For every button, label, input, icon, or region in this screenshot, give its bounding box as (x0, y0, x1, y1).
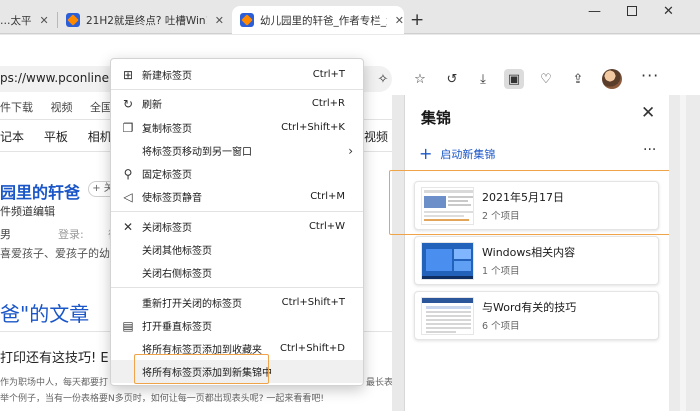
article-excerpt-side: 最长表 (366, 378, 392, 388)
close-icon[interactable]: ✕ (215, 14, 224, 27)
tab-3[interactable]: 幼儿园里的轩爸_作者专栏_太平 ✕ (232, 6, 404, 34)
menu-item-move-to-window[interactable]: 将标签页移动到另一窗口 › (111, 139, 363, 162)
share-icon[interactable]: ⇪ (568, 69, 588, 89)
menu-item-reopen-closed-tab[interactable]: 重新打开关闭的标签页 Ctrl+Shift+T (111, 291, 363, 314)
tab-2-title: 21H2就是终点? 吐槽Win10和m (86, 14, 207, 27)
author-role: 件频道编辑 (0, 205, 55, 218)
main-nav: 记本 平板 相机 (0, 128, 128, 145)
main-nav-item[interactable]: 相机 (88, 130, 112, 144)
main-nav-item[interactable]: 视频 (364, 128, 388, 145)
menu-item-duplicate-tab[interactable]: ❐ 复制标签页 Ctrl+Shift+K (111, 116, 363, 139)
mute-icon: ◁ (123, 189, 133, 204)
menu-item-vertical-tabs[interactable]: ▤ 打开垂直标签页 (111, 314, 363, 337)
menu-item-close-other-tabs[interactable]: 关闭其他标签页 (111, 238, 363, 261)
highlight-box-collection-card (389, 170, 677, 235)
more-options-icon[interactable]: ··· (641, 66, 659, 85)
favorites-icon[interactable]: ☆ (410, 69, 430, 89)
pconline-favicon-icon (66, 13, 80, 27)
downloads-icon[interactable]: ⤓ (473, 69, 493, 89)
new-tab-plus-icon[interactable]: + (410, 10, 424, 30)
collection-count: 6 个项目 (482, 321, 520, 332)
tab-3-title: 幼儿园里的轩爸_作者专栏_太平 (260, 14, 387, 27)
collections-panel: 集锦 ✕ + 启动新集锦 ··· 2021年5月17日 2 个项目 Window… (404, 95, 669, 411)
author-name[interactable]: 园里的轩爸 (0, 179, 80, 203)
close-icon[interactable]: ✕ (40, 14, 49, 27)
menu-separator (111, 287, 363, 288)
collection-count: 1 个项目 (482, 266, 520, 277)
chevron-right-icon: › (348, 143, 353, 158)
menu-item-mute-tab[interactable]: ◁ 使标签页静音 Ctrl+M (111, 185, 363, 208)
collection-card[interactable]: 与Word有关的技巧 6 个项目 (414, 291, 659, 340)
minimize-button[interactable]: — (588, 4, 601, 19)
tab-context-menu: ⊞ 新建标签页 Ctrl+T ↻ 刷新 Ctrl+R ❐ 复制标签页 Ctrl+… (110, 58, 364, 386)
start-new-collection-button[interactable]: + 启动新集锦 (419, 144, 495, 163)
article-excerpt: 举个例子，当有一份表格要N多页时，如何让每一页都出现表头呢? 一起来看看吧! (0, 394, 324, 404)
history-icon[interactable]: ↺ (442, 69, 462, 89)
window-right-edge (669, 95, 700, 411)
scrollbar[interactable] (680, 95, 686, 411)
vertical-tabs-icon: ▤ (122, 318, 134, 333)
close-icon: ✕ (122, 219, 134, 234)
refresh-icon: ↻ (122, 96, 134, 111)
highlight-box-menu-item (134, 354, 269, 384)
tab-2[interactable]: 21H2就是终点? 吐槽Win10和m ✕ (66, 6, 224, 34)
menu-separator (111, 211, 363, 212)
main-nav-item[interactable]: 平板 (44, 130, 68, 144)
top-nav-item[interactable]: 件下载 (0, 101, 33, 114)
more-options-icon[interactable]: ··· (643, 142, 656, 158)
menu-item-refresh[interactable]: ↻ 刷新 Ctrl+R (111, 92, 363, 115)
start-new-collection-label: 启动新集锦 (440, 147, 496, 161)
menu-item-close-tab[interactable]: ✕ 关闭标签页 Ctrl+W (111, 215, 363, 238)
main-nav-item[interactable]: 记本 (0, 130, 24, 144)
menu-item-close-right-tabs[interactable]: 关闭右侧标签页 (111, 261, 363, 284)
menu-item-pin-tab[interactable]: ⚲ 固定标签页 (111, 162, 363, 185)
author-gender: 男 (0, 228, 11, 241)
duplicate-tab-icon: ❐ (122, 120, 134, 135)
maximize-button[interactable] (627, 6, 637, 16)
collection-thumbnail (421, 242, 474, 280)
collection-title: 与Word有关的技巧 (482, 301, 577, 314)
menu-separator (111, 89, 363, 90)
close-panel-icon[interactable]: ✕ (641, 103, 655, 123)
close-window-button[interactable]: ✕ (663, 4, 674, 19)
read-aloud-icon[interactable]: ✧ (373, 69, 393, 89)
tab-1-title: …太平 (0, 14, 32, 27)
new-tab-icon: ⊞ (122, 67, 134, 82)
article-title[interactable]: 打印还有这技巧! E (0, 347, 109, 366)
top-nav-item[interactable]: 视频 (51, 101, 73, 114)
collection-title: Windows相关内容 (482, 246, 576, 259)
address-url[interactable]: ps://www.pconline.co (0, 71, 127, 85)
tab-strip: …太平 ✕ 21H2就是终点? 吐槽Win10和m ✕ 幼儿园里的轩爸_作者专栏… (0, 0, 700, 34)
collections-title: 集锦 (421, 109, 452, 127)
menu-item-new-tab[interactable]: ⊞ 新建标签页 Ctrl+T (111, 63, 363, 86)
tab-separator (57, 12, 58, 28)
tab-1[interactable]: …太平 ✕ (0, 6, 50, 34)
browser-essentials-icon[interactable]: ♡ (536, 69, 556, 89)
plus-icon: + (419, 144, 433, 163)
pconline-favicon-icon (240, 13, 254, 27)
collections-icon[interactable]: ▣ (504, 69, 524, 89)
close-icon[interactable]: ✕ (395, 14, 404, 27)
pin-icon: ⚲ (123, 166, 133, 181)
article-excerpt: 作为职场中人，每天都要打 (0, 378, 109, 388)
collection-card[interactable]: Windows相关内容 1 个项目 (414, 236, 659, 285)
author-description: 喜爱孩子、爱孩子的幼儿 (0, 247, 121, 260)
profile-avatar[interactable] (602, 69, 622, 89)
articles-heading: 爸"的文章 (0, 302, 90, 326)
collection-thumbnail (421, 297, 474, 335)
